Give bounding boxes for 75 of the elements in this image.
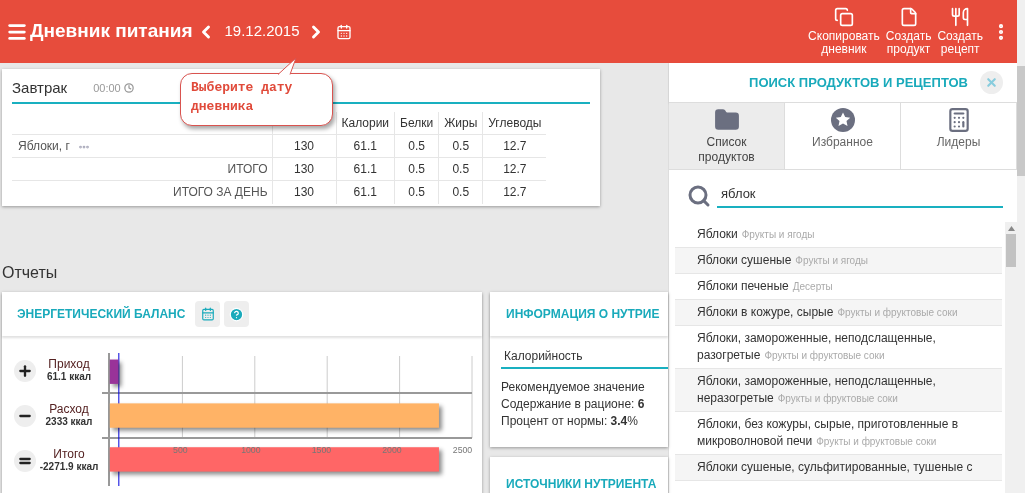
total-label: ИТОГО (12, 157, 272, 181)
nutrient-line: Содержание в рационе: 6 (501, 396, 646, 413)
column-header: Жиры (438, 111, 483, 135)
clock-icon (123, 83, 134, 94)
scrollbar-thumb[interactable] (1006, 234, 1016, 267)
axis-tick-label: 2000 (382, 445, 402, 456)
meal-time: 00:00 (93, 81, 121, 96)
row-value: -2271.9 ккал (39, 461, 99, 473)
header-action-button[interactable]: Скопировать дневник (808, 7, 880, 56)
calendar-icon (200, 307, 215, 321)
header-action-button[interactable]: Создать продукт (885, 7, 932, 56)
help-icon (229, 306, 245, 322)
column-header: Белки (394, 111, 439, 135)
scroll-up-icon[interactable] (1007, 226, 1015, 231)
table-cell: 0.5 (394, 134, 439, 158)
axis-tick-label: 2500 (452, 445, 473, 456)
search-result-item[interactable]: Яблоки сушеные Фрукты и ягоды (675, 248, 1002, 274)
help-button[interactable] (224, 301, 250, 327)
row-value: 2333 ккал (45, 416, 93, 428)
page-scrollbar[interactable] (1017, 0, 1025, 493)
search-icon (687, 184, 711, 208)
table-cell: 130 (272, 134, 336, 158)
axis-tick-label: 500 (173, 445, 188, 456)
card-title: ЭНЕРГЕТИЧЕСКИЙ БАЛАНС (17, 305, 186, 323)
nutrient-line: Рекомендуемое значение (501, 379, 646, 396)
table-cell: 0.5 (438, 157, 483, 181)
scrollbar-thumb[interactable] (1017, 66, 1025, 176)
search-result-item[interactable]: Яблоки, замороженные, неподслащенные, неразогретые Фрукты и фруктовые соки (675, 369, 1002, 412)
nutrient-line: Процент от нормы: 3.4% (501, 413, 639, 430)
card-title: ИНФОРМАЦИЯ О НУТРИЕ (506, 306, 660, 323)
row-label: Итого (53, 448, 85, 461)
total-label: ИТОГО ЗА ДЕНЬ (12, 180, 272, 204)
app-title: Дневник питания (30, 19, 193, 44)
row-value: 61.1 ккал (46, 371, 92, 383)
row-label: Приход (48, 358, 90, 371)
table-cell: 0.5 (394, 157, 439, 181)
table-cell: 12.7 (482, 134, 547, 158)
date-label[interactable]: 19.12.2015 (224, 20, 300, 43)
list-scrollbar[interactable] (1005, 222, 1017, 493)
date-hint-tooltip: Выберите дату дневника (180, 73, 333, 126)
meal-title: Завтрак (12, 78, 68, 98)
column-header: Углеводы (482, 111, 547, 135)
table-cell: 130 (272, 157, 336, 181)
table-cell: 61.1 (336, 157, 395, 181)
row-sign-icon (14, 404, 36, 427)
table-cell: 0.5 (438, 134, 483, 158)
panel-tab[interactable]: Список продуктов (669, 103, 785, 169)
card-title: ИСТОЧНИКИ НУТРИЕНТА (506, 477, 657, 491)
axis-tick-label: 1000 (241, 445, 261, 456)
close-icon (985, 76, 998, 89)
calendar-icon[interactable] (335, 23, 352, 40)
table-cell: 0.5 (438, 180, 483, 204)
copy-icon (833, 7, 854, 27)
fork-knife-icon (950, 7, 971, 27)
search-result-item[interactable]: Яблоки в кожуре, сырые Фрукты и фруктовые соки (675, 300, 1002, 326)
column-header: Калории (336, 111, 395, 135)
close-button[interactable] (980, 71, 1003, 94)
folder-icon (713, 107, 740, 133)
axis-tick-label: 1500 (311, 445, 332, 456)
row-sign-icon (14, 359, 36, 382)
header-action-button[interactable]: Создать рецепт (937, 7, 983, 56)
row-label: Расход (49, 403, 89, 416)
table-cell: 0.5 (394, 180, 439, 204)
food-name[interactable]: Яблоки, г (18, 139, 70, 153)
section-title: Отчеты (2, 263, 59, 283)
calendar-button[interactable] (195, 301, 221, 327)
table-cell: 61.1 (336, 180, 395, 204)
table-cell: 130 (272, 180, 336, 204)
table-cell: 12.7 (482, 157, 547, 181)
row-sign-icon (14, 449, 36, 472)
search-result-item[interactable]: Яблоки сушеные, сульфитированные, тушеные с (675, 455, 1002, 481)
table-cell: 12.7 (482, 180, 547, 204)
panel-title: ПОИСК ПРОДУКТОВ И РЕЦЕПТОВ (749, 73, 968, 92)
search-field[interactable]: яблок (717, 184, 1003, 208)
table-cell: 61.1 (336, 134, 395, 158)
